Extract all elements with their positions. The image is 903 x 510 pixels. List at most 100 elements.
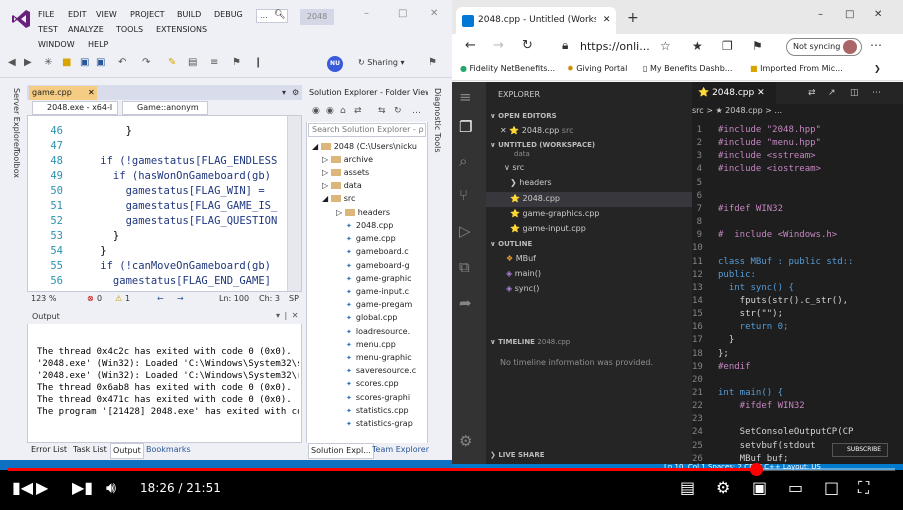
tree-item-src[interactable]: ∨ src [504,163,524,172]
menu-window[interactable]: WINDOW [38,40,75,49]
refresh-icon[interactable]: ↻ [522,38,533,53]
tree-file[interactable]: ✦ 2048.cpp [346,219,393,232]
menu-analyze[interactable]: ANALYZE [68,25,104,34]
warning-count[interactable]: 1 [125,292,130,305]
tab-close-icon[interactable]: ✕ [88,86,95,100]
tree-file[interactable]: ✦ scores.cpp [346,377,399,390]
search-icon[interactable]: ⌕ [459,152,467,170]
user-avatar[interactable]: NU [327,56,343,72]
source-control-icon[interactable]: ⑂ [459,186,468,204]
tree-file[interactable]: ✦ global.cpp [346,311,397,324]
maximize-icon[interactable]: □ [845,9,854,20]
favorite-star-icon[interactable]: ☆ [660,39,671,53]
tree-file[interactable]: ✦ menu.cpp [346,338,396,351]
refresh-icon[interactable]: ↻ [394,106,402,116]
pin-icon[interactable]: ▾ ❘ ✕ [276,311,299,320]
chevron-right-icon[interactable]: ❯ [874,64,881,73]
home-icon[interactable]: ⌂ [340,106,346,116]
tree-file[interactable]: ✦ scores-graphi [346,391,410,404]
save-icon[interactable]: ▣ [80,57,89,68]
menu-file[interactable]: FILE [38,10,54,19]
find-icon[interactable]: ✎ [168,57,176,68]
comment-icon[interactable]: ❙ [254,57,262,68]
run-debug-icon[interactable]: ▷ [459,222,471,240]
theater-mode-icon[interactable]: ▭ [788,478,803,498]
more-icon[interactable]: ⋯ [870,38,882,52]
side-tab-diagnostic-tools[interactable]: Diagnostic Tools [433,88,442,153]
back-icon[interactable]: ◉ [312,106,320,116]
previous-icon[interactable]: ▮◀ [12,478,33,498]
close-icon[interactable]: ✕ [430,8,438,19]
timeline-header[interactable]: ∨ TIMELINE 2048.cpp [490,338,570,346]
open-folder-icon[interactable]: ■ [62,57,71,68]
cast-icon[interactable]: □ [824,478,839,498]
next-icon[interactable]: ▶▮ [72,478,93,498]
tree-file[interactable]: ✦ statistics-grap [346,417,413,430]
settings-icon[interactable]: ⚙ [292,86,299,100]
tab-list-chevron-icon[interactable]: ▾ [282,86,286,100]
save-all-icon[interactable]: ▣ [96,57,105,68]
outline-item-sync[interactable]: ◈ sync() [506,284,539,293]
tab-game-cpp[interactable]: game.cpp [29,86,97,100]
project-dropdown[interactable]: 2048.exe - x64-l [32,101,118,115]
menu-extensions[interactable]: EXTENSIONS [156,25,207,34]
redo-icon[interactable]: ↷ [142,57,150,68]
settings-gear-icon[interactable]: ⚙ [459,432,472,450]
browser-tab[interactable]: 2048.cpp - Untitled (Workspace) ✕ [456,7,616,34]
sync-icon[interactable]: ⇆ [378,106,386,116]
tab-close-icon[interactable]: ✕ [599,15,611,25]
workspace-header[interactable]: ∨ UNTITLED (WORKSPACE) [490,141,595,149]
tab-error-list[interactable]: Error List [31,443,67,457]
menu-project[interactable]: PROJECT [130,10,165,19]
maximize-icon[interactable]: □ [398,8,407,19]
feedback-icon[interactable]: ⚑ [428,57,437,68]
tree-item-data[interactable]: data [514,150,530,158]
new-project-icon[interactable]: ✳ [44,57,52,68]
url-field[interactable]: https://onli... [580,37,704,57]
minimize-icon[interactable]: – [364,8,369,19]
minimize-icon[interactable]: – [818,9,823,20]
scope-dropdown[interactable]: Game::anonym [122,101,208,115]
menu-test[interactable]: TEST [38,25,58,34]
bookmark-icon[interactable]: ⚑ [232,57,241,68]
tree-folder[interactable]: ▷ archive [322,153,373,166]
open-editors-header[interactable]: ∨ OPEN EDITORS [490,112,557,120]
tree-folder[interactable]: ▷ data [322,179,362,192]
fullscreen-icon[interactable]: ⛶ [858,478,869,498]
tree-root[interactable]: ◢ 2048 (C:\Users\nicku [312,140,417,153]
tree-item-2048-cpp[interactable]: ⭐ 2048.cpp [510,194,560,203]
menu-icon[interactable]: ≡ [459,88,472,106]
play-icon[interactable]: ▶ [36,478,48,498]
more-icon[interactable]: … [412,106,421,116]
arrow-left-icon[interactable]: ← [157,292,164,305]
tree-file[interactable]: ✦ game-input.c [346,285,409,298]
menu-edit[interactable]: EDIT [68,10,86,19]
close-icon[interactable]: ✕ [500,126,509,135]
tree-file[interactable]: ✦ gameboard-g [346,259,410,272]
volume-icon[interactable]: 🔊︎ [106,478,116,498]
menu-help[interactable]: HELP [88,40,108,49]
outline-item-mbuf[interactable]: ❖ MBuf [506,254,536,263]
subscribe-button[interactable]: SUBSCRIBE [832,443,888,457]
subtitles-icon[interactable]: ▤ [680,478,695,498]
bookmark-fidelity[interactable]: ● Fidelity NetBenefits... [460,64,555,73]
tree-item-headers[interactable]: ❯ headers [510,178,552,187]
navigate-back-icon[interactable]: ◀ [8,57,16,68]
arrow-right-icon[interactable]: → [177,292,184,305]
explorer-icon[interactable]: ❐ [459,118,472,136]
close-icon[interactable]: ✕ [874,9,882,20]
live-share-button[interactable]: ↻ Sharing ▾ [358,55,418,71]
tab-task-list[interactable]: Task List [73,443,107,457]
bookmark-imported[interactable]: ■ Imported From Mic... [750,64,843,73]
undo-icon[interactable]: ↶ [118,57,126,68]
tree-folder[interactable]: ▷ headers [336,206,390,219]
new-tab-icon[interactable]: + [627,10,639,26]
live-share-header[interactable]: ❯ LIVE SHARE [490,451,545,459]
navigate-forward-icon[interactable]: ▶ [24,57,32,68]
side-tab-toolbox[interactable]: Toolbox [12,148,21,178]
favorites-icon[interactable]: ★ [692,39,703,53]
tree-file[interactable]: ✦ loadresource. [346,325,410,338]
tree-item-game-input[interactable]: ⭐ game-input.cpp [510,224,586,233]
tree-item-game-graphics[interactable]: ⭐ game-graphics.cpp [510,209,599,218]
miniplayer-icon[interactable]: ▣ [752,478,767,498]
